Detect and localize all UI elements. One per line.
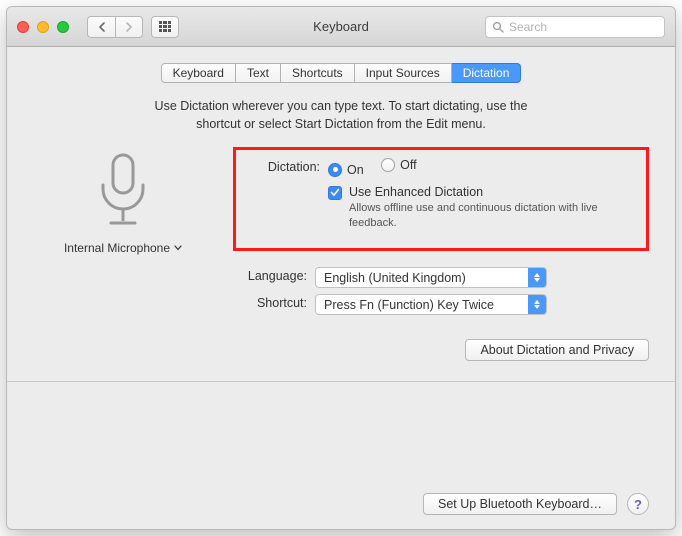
minimize-icon[interactable]: [37, 21, 49, 33]
enhanced-hint: Allows offline use and continuous dictat…: [349, 201, 599, 231]
form-column: Dictation: On Off: [233, 147, 649, 361]
select-arrows-icon: [528, 295, 546, 314]
content: Keyboard Text Shortcuts Input Sources Di…: [7, 47, 675, 396]
tab-shortcuts[interactable]: Shortcuts: [281, 63, 355, 83]
mic-selector[interactable]: Internal Microphone: [64, 241, 182, 255]
dictation-on-radio[interactable]: On: [328, 163, 364, 177]
close-icon[interactable]: [17, 21, 29, 33]
about-dictation-button[interactable]: About Dictation and Privacy: [465, 339, 649, 361]
mic-label-text: Internal Microphone: [64, 241, 170, 255]
shortcut-value: Press Fn (Function) Key Twice: [316, 298, 528, 312]
enhanced-dictation-checkbox[interactable]: Use Enhanced Dictation Allows offline us…: [328, 185, 636, 231]
tab-keyboard[interactable]: Keyboard: [161, 63, 236, 83]
shortcut-select[interactable]: Press Fn (Function) Key Twice: [315, 294, 547, 315]
divider: [7, 381, 675, 382]
traffic-lights: [17, 21, 69, 33]
language-select[interactable]: English (United Kingdom): [315, 267, 547, 288]
radio-on-icon: [328, 163, 342, 177]
tab-text[interactable]: Text: [236, 63, 281, 83]
highlighted-section: Dictation: On Off: [233, 147, 649, 251]
back-button[interactable]: [87, 16, 115, 38]
microphone-icon: [91, 151, 155, 231]
radio-on-label: On: [347, 163, 364, 177]
tabs: Keyboard Text Shortcuts Input Sources Di…: [33, 63, 649, 83]
help-button[interactable]: ?: [627, 493, 649, 515]
radio-off-label: Off: [400, 158, 416, 172]
dictation-panel: Use Dictation wherever you can type text…: [33, 97, 649, 361]
search-input[interactable]: [509, 20, 658, 34]
prefs-window: Keyboard Keyboard Text Shortcuts Input S…: [6, 6, 676, 530]
select-arrows-icon: [528, 268, 546, 287]
search-field[interactable]: [485, 16, 665, 38]
chevron-down-icon: [174, 245, 182, 251]
zoom-icon[interactable]: [57, 21, 69, 33]
grid-icon: [159, 21, 171, 33]
dictation-off-radio[interactable]: Off: [381, 158, 416, 172]
nav-buttons: [87, 16, 143, 38]
radio-off-icon: [381, 158, 395, 172]
microphone-column: Internal Microphone: [33, 147, 213, 361]
titlebar: Keyboard: [7, 7, 675, 47]
language-label: Language:: [233, 267, 315, 283]
dictation-label: Dictation:: [246, 158, 328, 174]
chevron-right-icon: [125, 22, 133, 32]
forward-button[interactable]: [115, 16, 143, 38]
dictation-description: Use Dictation wherever you can type text…: [131, 97, 551, 133]
shortcut-label: Shortcut:: [233, 294, 315, 310]
language-value: English (United Kingdom): [316, 271, 528, 285]
tab-input-sources[interactable]: Input Sources: [355, 63, 452, 83]
tab-dictation[interactable]: Dictation: [452, 63, 522, 83]
bluetooth-keyboard-button[interactable]: Set Up Bluetooth Keyboard…: [423, 493, 617, 515]
search-icon: [492, 21, 504, 33]
checkbox-checked-icon: [328, 186, 342, 200]
show-all-button[interactable]: [151, 16, 179, 38]
chevron-left-icon: [98, 22, 106, 32]
enhanced-label: Use Enhanced Dictation: [349, 185, 599, 199]
footer: Set Up Bluetooth Keyboard… ?: [7, 493, 675, 515]
